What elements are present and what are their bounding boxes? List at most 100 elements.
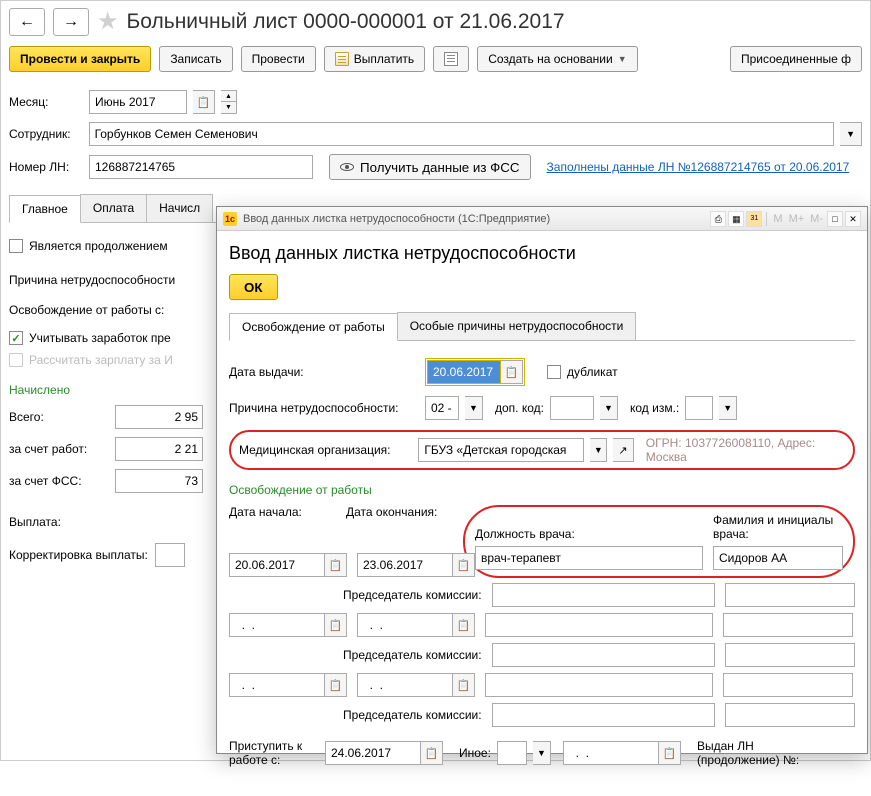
employer-input[interactable] [115,437,203,461]
doctor-fio-input-1[interactable] [713,546,843,570]
month-calendar-button[interactable]: 📋 [193,90,215,114]
start-date-calendar-2[interactable]: 📋 [325,613,347,637]
toolbar-separator [766,212,767,226]
start-date-input-2[interactable] [229,613,325,637]
m-button[interactable]: M [771,213,784,225]
write-button[interactable]: Записать [159,46,232,72]
employee-dropdown-button[interactable]: ▼ [840,122,862,146]
nav-forward-button[interactable]: → [53,8,89,36]
issued-ln-label: Выдан ЛН (продолжение) №: [697,739,827,767]
chair-role-input-1[interactable] [492,583,715,607]
chair-fio-input-2[interactable] [725,643,855,667]
other-code-input[interactable] [497,741,527,765]
stepper-up[interactable]: ▲ [221,91,236,102]
is-continuation-checkbox[interactable] [9,239,23,253]
ln-number-input[interactable] [89,155,313,179]
list-button[interactable] [433,46,469,72]
chair-fio-input-1[interactable] [725,583,855,607]
chair-role-input-2[interactable] [492,643,715,667]
fss-share-input[interactable] [115,469,203,493]
correction-input[interactable] [155,543,185,567]
nav-back-button[interactable]: ← [9,8,45,36]
get-fss-data-button[interactable]: Получить данные из ФСС [329,154,531,180]
other-date-input[interactable] [563,741,659,765]
addcode-dropdown[interactable]: ▼ [600,396,618,420]
chair-label-3: Председатель комиссии: [229,708,482,722]
start-date-calendar-1[interactable]: 📋 [325,553,347,577]
total-label: Всего: [9,410,109,424]
1c-logo-icon: 1c [223,212,237,226]
chair-fio-input-3[interactable] [725,703,855,727]
other-label: Иное: [459,746,491,760]
month-stepper[interactable]: ▲ ▼ [221,90,237,114]
fss-share-label: за счет ФСС: [9,474,109,488]
start-date-input-3[interactable] [229,673,325,697]
org-dropdown[interactable]: ▼ [590,438,607,462]
calendar-grid-icon[interactable]: ▦ [728,211,744,227]
duplicate-checkbox[interactable] [547,365,561,379]
org-info-text: ОГРН: 1037726008110, Адрес: Москва [646,436,845,464]
chair-role-input-3[interactable] [492,703,715,727]
end-date-input-2[interactable] [357,613,453,637]
document-icon [335,52,349,66]
doctor-role-input-3[interactable] [485,673,713,697]
print-icon[interactable]: ⎙ [710,211,726,227]
doctor-fio-input-2[interactable] [723,613,853,637]
chair-label-1: Председатель комиссии: [229,588,482,602]
release-section-title: Освобождение от работы [229,475,855,501]
m-minus-button[interactable]: M- [808,213,825,225]
fss-data-link[interactable]: Заполнены данные ЛН №126887214765 от 20.… [547,160,850,174]
end-date-input-1[interactable] [357,553,453,577]
attached-files-button[interactable]: Присоединенные ф [730,46,862,72]
total-input[interactable] [115,405,203,429]
other-dropdown[interactable]: ▼ [533,741,551,765]
issue-date-input[interactable] [427,360,501,384]
close-button[interactable]: ✕ [845,211,861,227]
ok-button[interactable]: ОК [229,274,278,300]
tab-accrued[interactable]: Начисл [146,194,213,222]
end-date-input-3[interactable] [357,673,453,697]
end-date-calendar-1[interactable]: 📋 [453,553,475,577]
issue-date-calendar-button[interactable]: 📋 [501,360,523,384]
changecode-input[interactable] [685,396,713,420]
create-based-on-button[interactable]: Создать на основании ▼ [477,46,637,72]
month-label: Месяц: [9,95,83,109]
tab-payment[interactable]: Оплата [80,194,147,222]
changecode-dropdown[interactable]: ▼ [719,396,737,420]
doctor-fio-input-3[interactable] [723,673,853,697]
chair-label-2: Председатель комиссии: [229,648,482,662]
proceed-date-calendar[interactable]: 📋 [421,741,443,765]
end-date-calendar-2[interactable]: 📋 [453,613,475,637]
tab-main[interactable]: Главное [9,195,81,223]
maximize-button[interactable]: □ [827,211,843,227]
org-open-ref-button[interactable]: ↗ [613,438,634,462]
pay-button[interactable]: Выплатить [324,46,426,72]
ln-label: Номер ЛН: [9,160,83,174]
use-prev-earnings-checkbox[interactable] [9,331,23,345]
post-button[interactable]: Провести [241,46,316,72]
m-plus-button[interactable]: M+ [787,213,807,225]
doctor-role-input-1[interactable] [475,546,703,570]
reason-code-input[interactable] [425,396,459,420]
start-date-input-1[interactable] [229,553,325,577]
doctor-role-input-2[interactable] [485,613,713,637]
modal-titlebar-text: Ввод данных листка нетрудоспособности (1… [243,213,704,225]
col-fio-label: Фамилия и инициалы врача: [713,513,843,546]
modal-tab-special[interactable]: Особые причины нетрудоспособности [397,312,637,340]
start-date-calendar-3[interactable]: 📋 [325,673,347,697]
end-date-calendar-3[interactable]: 📋 [453,673,475,697]
proceed-date-input[interactable] [325,741,421,765]
org-input[interactable] [418,438,584,462]
stepper-down[interactable]: ▼ [221,102,236,113]
other-date-calendar[interactable]: 📋 [659,741,681,765]
duplicate-label: дубликат [567,365,618,379]
modal-tab-release[interactable]: Освобождение от работы [229,313,398,341]
employee-input[interactable] [89,122,835,146]
addcode-input[interactable] [550,396,594,420]
month-input[interactable] [89,90,187,114]
favorite-star-icon[interactable]: ★ [97,7,119,36]
post-and-close-button[interactable]: Провести и закрыть [9,46,151,72]
calendar-31-icon[interactable]: 31 [746,211,762,227]
reason-code-dropdown[interactable]: ▼ [465,396,483,420]
payment-label: Выплата: [9,515,149,529]
